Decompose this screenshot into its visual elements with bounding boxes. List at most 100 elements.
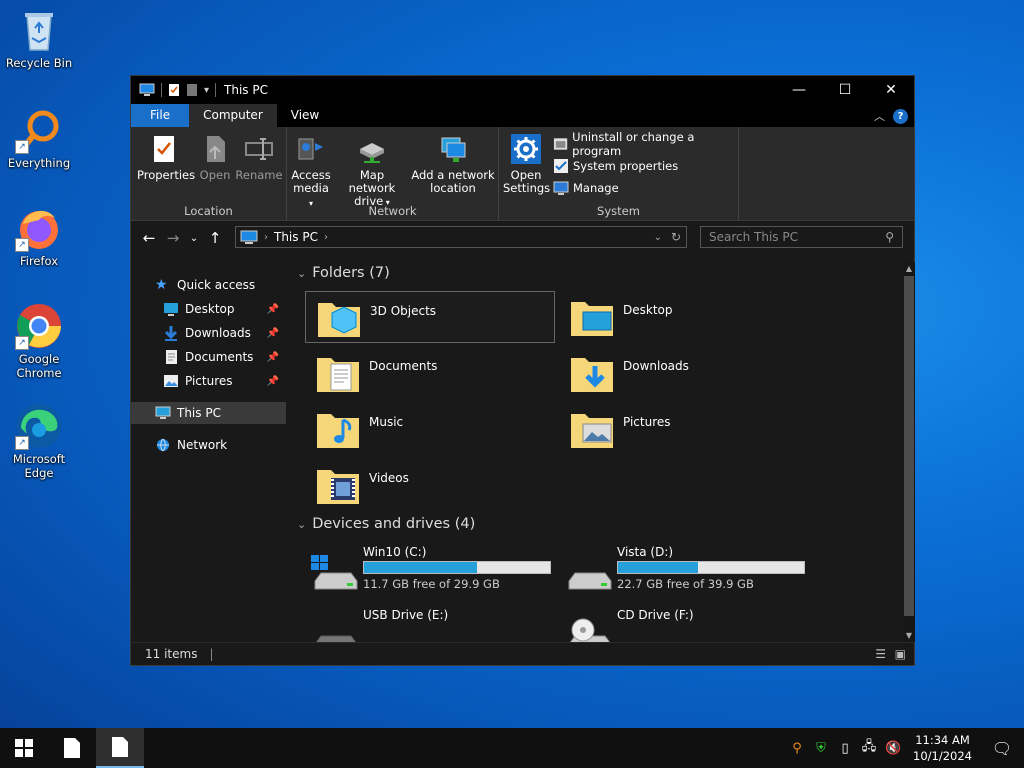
nav-network[interactable]: Network (155, 434, 227, 456)
notifications-icon[interactable]: 🗨 (980, 728, 1024, 768)
taskbar-explorer-button[interactable] (96, 728, 144, 768)
clock[interactable]: 11:34 AM 10/1/2024 (905, 732, 980, 764)
open-settings-button[interactable]: Open Settings (503, 133, 550, 195)
customize-quick-access-icon[interactable]: ▾ (204, 85, 209, 96)
drives-section-header[interactable]: ⌄ Devices and drives (4) (297, 516, 475, 532)
this-pc-icon (155, 406, 171, 419)
nav-label: This PC (177, 406, 221, 420)
forward-button[interactable]: → (161, 229, 185, 247)
start-button[interactable] (0, 728, 48, 768)
folder-videos[interactable]: Videos (305, 459, 555, 511)
documents-icon (166, 350, 177, 364)
nav-this-pc[interactable]: This PC (131, 402, 286, 424)
folder-name: Desktop (623, 303, 673, 317)
help-icon[interactable]: ? (893, 108, 908, 124)
desktop-icon-chrome[interactable]: ↗ Google Chrome (4, 302, 74, 380)
desktop-icon-firefox[interactable]: ↗ Firefox (4, 204, 74, 268)
folder-name: 3D Objects (370, 304, 437, 318)
refresh-icon[interactable]: ↻ (671, 230, 681, 244)
nav-quick-access[interactable]: ★ Quick access (155, 274, 255, 296)
nav-downloads[interactable]: Downloads 📌 (163, 322, 289, 344)
breadcrumb-chevron-icon: › (264, 231, 268, 243)
breadcrumb-this-pc[interactable]: This PC (274, 230, 318, 244)
folder-3d-objects[interactable]: 3D Objects (305, 291, 555, 343)
address-bar[interactable]: › This PC › ⌄ ↻ (235, 226, 687, 248)
uninstall-program-button[interactable]: Uninstall or change a program (553, 130, 738, 158)
uninstall-label: Uninstall or change a program (572, 130, 695, 158)
details-view-icon[interactable]: ☰ (875, 647, 886, 661)
usb-eject-icon[interactable]: ▯ (833, 728, 857, 768)
pin-icon: 📌 (266, 327, 279, 339)
nav-pictures[interactable]: Pictures 📌 (163, 370, 289, 392)
map-network-drive-button[interactable]: Map network drive ▾ (335, 133, 409, 209)
drive-name: CD Drive (F:) (617, 608, 694, 622)
security-shield-icon[interactable]: ⛨ (809, 728, 833, 768)
maximize-button[interactable]: ☐ (822, 76, 868, 104)
clock-time: 11:34 AM (915, 733, 970, 747)
rename-icon (243, 133, 275, 165)
network-tray-icon[interactable]: 🖧 (857, 728, 881, 768)
manage-label: Manage (573, 181, 619, 195)
search-input[interactable]: Search This PC ⚲ (700, 226, 903, 248)
drive-d[interactable]: Vista (D:) 22.7 GB free of 39.9 GB (559, 545, 809, 601)
address-dropdown-icon[interactable]: ⌄ (654, 232, 662, 243)
vertical-scrollbar[interactable]: ▲ ▼ (903, 262, 915, 642)
new-folder-quick-icon[interactable] (186, 83, 198, 97)
folder-downloads-icon (569, 350, 615, 396)
desktop-icon-edge[interactable]: ↗ Microsoft Edge (4, 402, 74, 480)
desktop-icon-everything[interactable]: ↗ Everything (4, 106, 74, 170)
add-location-label: Add a network location (411, 168, 495, 195)
shortcut-arrow-icon: ↗ (15, 336, 29, 350)
title-bar[interactable]: ▾ This PC — ☐ ✕ (131, 76, 914, 104)
volume-muted-icon[interactable]: 🔇 (881, 728, 905, 768)
up-button[interactable]: ↑ (203, 229, 227, 247)
desktop-icon-label: Everything (7, 156, 71, 170)
minimize-button[interactable]: — (776, 76, 822, 104)
tab-file[interactable]: File (131, 104, 190, 127)
status-bar: 11 items | ☰ ▣ (131, 642, 914, 665)
properties-quick-icon[interactable] (168, 83, 180, 97)
properties-button[interactable]: Properties (137, 133, 195, 182)
folder-documents[interactable]: Documents (305, 347, 555, 399)
folder-pictures[interactable]: Pictures (559, 403, 809, 455)
everything-tray-icon[interactable]: ⚲ (785, 728, 809, 768)
tab-computer[interactable]: Computer (189, 104, 277, 127)
scroll-up-icon[interactable]: ▲ (903, 264, 915, 273)
nav-desktop[interactable]: Desktop 📌 (163, 298, 289, 320)
add-network-location-button[interactable]: Add a network location (411, 133, 495, 195)
desktop-icon-recycle-bin[interactable]: Recycle Bin (4, 6, 74, 70)
taskbar-file-button[interactable] (48, 728, 96, 768)
close-button[interactable]: ✕ (868, 76, 914, 104)
scrollbar-thumb[interactable] (904, 276, 914, 616)
drive-usage-fill (364, 562, 478, 573)
back-button[interactable]: ← (137, 229, 161, 247)
recent-locations-button[interactable]: ⌄ (185, 233, 203, 244)
drive-c[interactable]: Win10 (C:) 11.7 GB free of 29.9 GB (305, 545, 555, 601)
rename-button[interactable]: Rename (235, 133, 283, 182)
folder-music[interactable]: Music (305, 403, 555, 455)
item-count: 11 items (145, 647, 198, 661)
folders-section-header[interactable]: ⌄ Folders (7) (297, 265, 390, 281)
folder-desktop[interactable]: Desktop (559, 291, 809, 343)
scroll-down-icon[interactable]: ▼ (903, 631, 915, 640)
open-button[interactable]: Open (193, 133, 237, 182)
system-properties-button[interactable]: System properties (553, 155, 738, 177)
downloads-icon (164, 326, 178, 341)
breadcrumb-chevron-icon: › (323, 231, 328, 243)
folder-3d-objects-icon (316, 295, 362, 341)
manage-button[interactable]: Manage (553, 177, 738, 199)
large-icons-view-icon[interactable]: ▣ (895, 647, 906, 661)
drive-name: USB Drive (E:) (363, 608, 449, 622)
drive-free-space: 22.7 GB free of 39.9 GB (617, 577, 754, 591)
collapse-ribbon-icon[interactable]: ︿ (874, 108, 885, 124)
folder-name: Pictures (623, 415, 671, 429)
tab-view[interactable]: View (277, 104, 333, 127)
drive-e[interactable]: USB Drive (E:) (305, 608, 555, 642)
nav-documents[interactable]: Documents 📌 (163, 346, 289, 368)
drive-f[interactable]: CD Drive (F:) (559, 608, 809, 642)
folder-downloads[interactable]: Downloads (559, 347, 809, 399)
access-media-button[interactable]: Access media ▾ (291, 133, 331, 210)
computer-icon (139, 83, 155, 96)
desktop-icon-label: Recycle Bin (5, 56, 73, 70)
status-divider: | (209, 647, 214, 661)
